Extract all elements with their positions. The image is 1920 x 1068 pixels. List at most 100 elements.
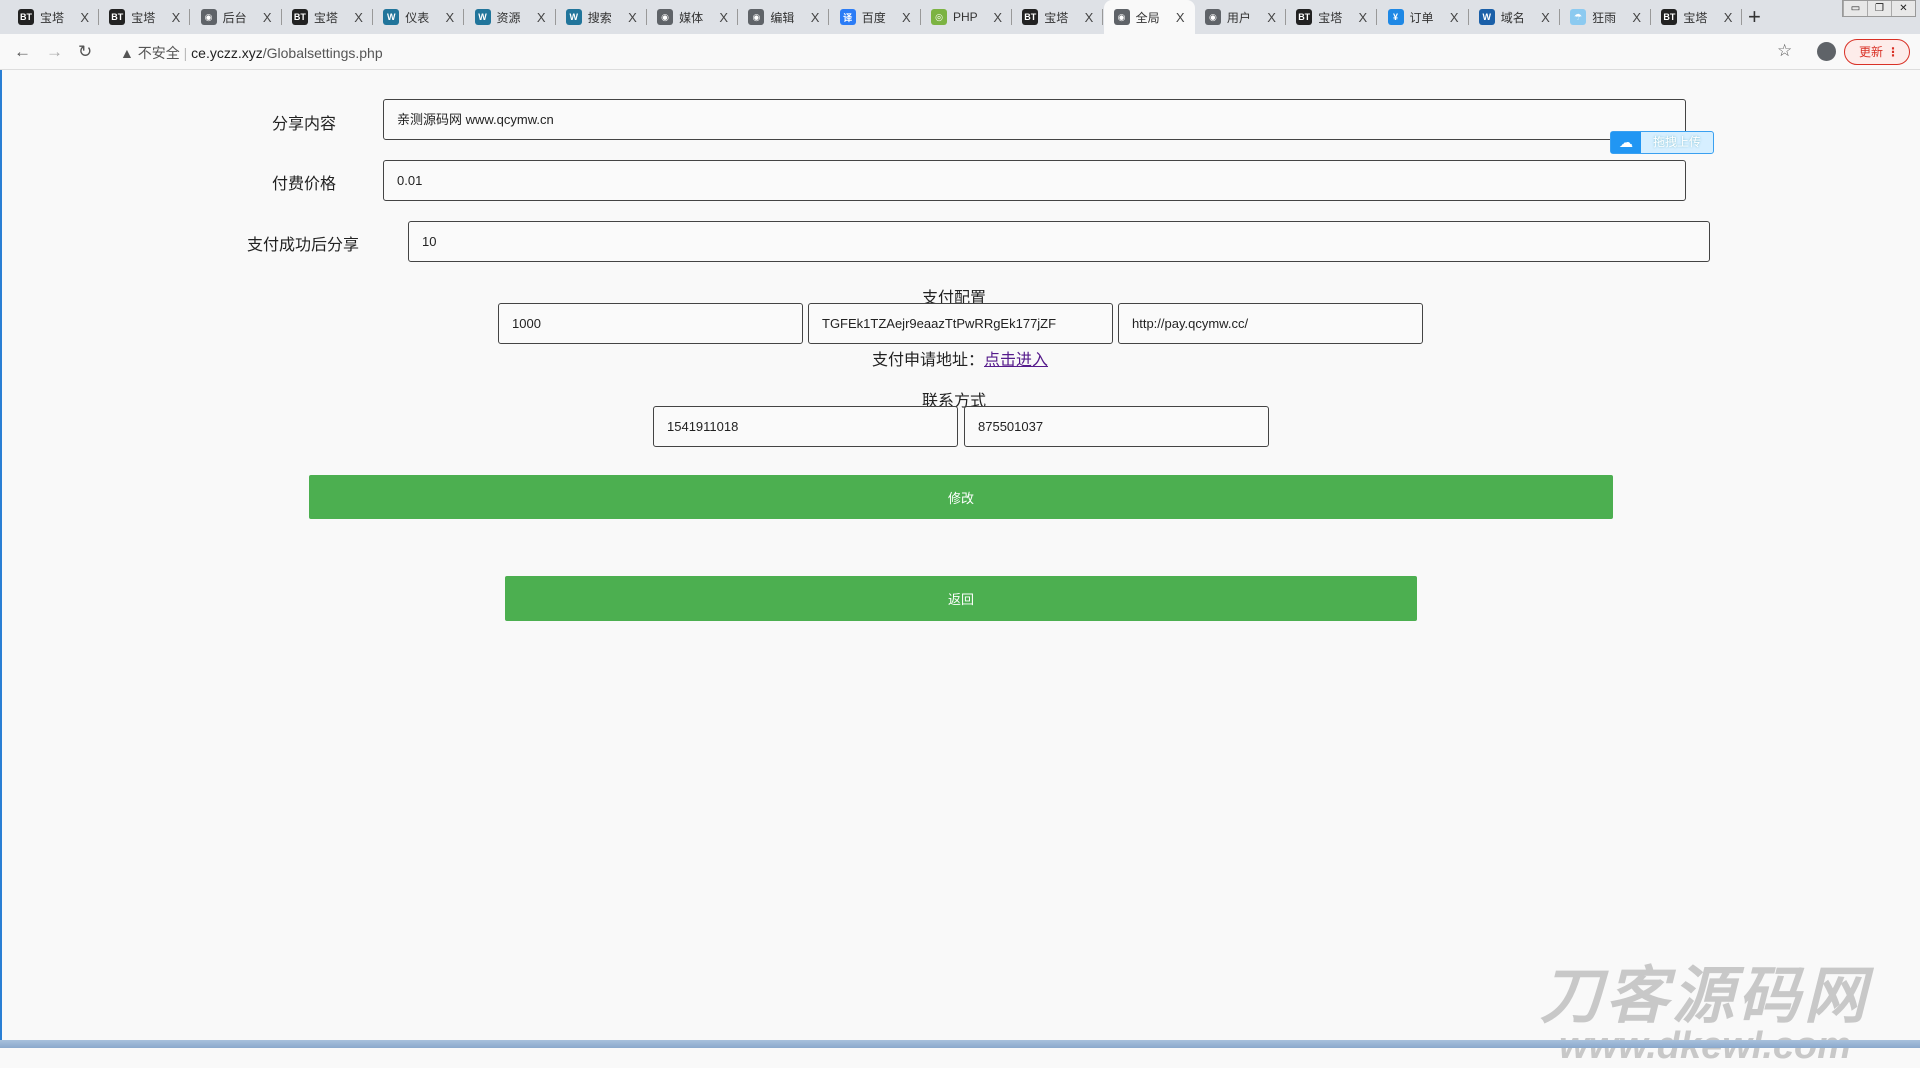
bookmark-star-icon[interactable]: ☆ — [1777, 41, 1792, 61]
contact-input-2[interactable]: 875501037 — [964, 406, 1269, 447]
close-window-button[interactable]: ✕ — [1891, 1, 1915, 16]
forward-icon[interactable]: → — [46, 42, 63, 62]
close-tab-icon[interactable]: X — [1632, 10, 1641, 25]
tab-separator — [1741, 9, 1743, 25]
upload-label: 拖拽上传 — [1652, 135, 1701, 149]
tab-label: 后台 — [222, 10, 247, 25]
menu-icon: ⋮ — [1887, 45, 1899, 59]
minimize-button[interactable]: ▭ — [1843, 1, 1867, 16]
close-tab-icon[interactable]: X — [354, 10, 363, 25]
tab-8[interactable]: ◉ 编辑 X — [738, 0, 830, 34]
tab-0[interactable]: BT 宝塔 X — [8, 0, 99, 34]
tab-label: 宝塔 — [313, 10, 338, 25]
tab-label: 编辑 — [770, 10, 795, 25]
domain-icon: W — [1478, 9, 1495, 25]
tab-9[interactable]: 译百度 X — [830, 0, 921, 34]
close-tab-icon[interactable]: X — [537, 10, 546, 25]
tab-14[interactable]: BT 宝塔 X — [1286, 0, 1378, 34]
tab-3[interactable]: BT 宝塔 X — [282, 0, 373, 34]
globe-icon: ◉ — [657, 9, 674, 25]
drag-upload-widget[interactable]: ☁ 拖拽上传 — [1610, 131, 1714, 154]
account-icon[interactable] — [1817, 42, 1836, 61]
tab-12[interactable]: ◉ 全局 X — [1103, 0, 1195, 34]
tab-13[interactable]: ◉ 用户 X — [1195, 0, 1286, 34]
apply-link[interactable]: 点击进入 — [984, 352, 1048, 369]
tab-5[interactable]: W 资源 X — [465, 0, 556, 34]
close-tab-icon[interactable]: X — [263, 10, 272, 25]
close-tab-icon[interactable]: X — [902, 10, 911, 25]
wordpress-icon: W — [383, 9, 400, 25]
tab-label: 媒体 — [679, 10, 704, 25]
close-tab-icon[interactable]: X — [1450, 10, 1459, 25]
close-tab-icon[interactable]: X — [628, 10, 637, 25]
wordpress-icon: W — [565, 9, 582, 25]
globe-icon: ◉ — [1204, 9, 1221, 25]
bt-icon: BT — [1022, 9, 1039, 25]
close-tab-icon[interactable]: X — [172, 10, 181, 25]
globe-icon: ◉ — [1113, 9, 1130, 25]
tab-16[interactable]: W 域名 X — [1469, 0, 1560, 34]
after-pay-input[interactable]: 10 — [408, 221, 1710, 262]
close-tab-icon[interactable]: X — [1176, 10, 1185, 25]
rain-icon: ☂ — [1570, 9, 1587, 25]
contact-input-1[interactable]: 1541911018 — [653, 406, 958, 447]
reload-icon[interactable]: ↻ — [78, 42, 92, 62]
share-content-input[interactable]: 亲测源码网 www.qcymw.cn — [383, 99, 1686, 140]
tab-label: 资源 — [496, 10, 521, 25]
security-label: 不安全 — [137, 45, 180, 61]
update-label: 更新 — [1859, 45, 1884, 59]
apply-label: 支付申请地址： — [871, 352, 984, 369]
tab-7[interactable]: ◉ 媒体 X — [647, 0, 739, 34]
update-button[interactable]: 更新 ⋮ — [1844, 39, 1910, 65]
back-button[interactable]: 返回 — [505, 576, 1417, 621]
pay-key-input[interactable]: TGFEk1TZAejr9eaazTtPwRRgEk177jZF — [808, 303, 1113, 344]
globe-icon: ◉ — [200, 9, 217, 25]
submit-button[interactable]: 修改 — [309, 475, 1613, 519]
tab-2[interactable]: ◉ 后台 X — [191, 0, 282, 34]
tab-18[interactable]: BT 宝塔 X — [1651, 0, 1743, 34]
tab-label: PHP — [953, 10, 978, 24]
tab-label: 订单 — [1409, 10, 1434, 25]
tab-11[interactable]: BT 宝塔 X — [1012, 0, 1104, 34]
apply-row: 支付申请地址：点击进入 — [760, 346, 1160, 370]
close-tab-icon[interactable]: X — [811, 10, 820, 25]
price-input[interactable]: 0.01 — [383, 160, 1686, 201]
tab-17[interactable]: ☂ 狂雨 X — [1560, 0, 1652, 34]
bt-icon: BT — [109, 9, 126, 25]
url-field[interactable]: ▲ 不安全 | ce.yczz.xyz/Globalsettings.php — [120, 43, 383, 63]
tab-1[interactable]: BT 宝塔 X — [99, 0, 191, 34]
restore-button[interactable]: ❐ — [1867, 1, 1891, 16]
tab-6[interactable]: W 搜索 X — [556, 0, 647, 34]
close-tab-icon[interactable]: X — [1359, 10, 1368, 25]
tab-label: 搜索 — [587, 10, 612, 25]
close-tab-icon[interactable]: X — [719, 10, 728, 25]
close-tab-icon[interactable]: X — [1267, 10, 1276, 25]
tab-15[interactable]: ¥ 订单 X — [1378, 0, 1469, 34]
pay-url-input[interactable]: http://pay.qcymw.cc/ — [1118, 303, 1423, 344]
tab-4[interactable]: W 仪表 X — [373, 0, 465, 34]
taskbar — [0, 1040, 1920, 1048]
tab-label: 宝塔 — [131, 10, 156, 25]
bt-icon: BT — [1296, 9, 1313, 25]
order-icon: ¥ — [1387, 9, 1404, 25]
price-label: 付费价格 — [272, 176, 337, 193]
tab-10[interactable]: ◎ PHP X — [921, 0, 1012, 34]
close-tab-icon[interactable]: X — [1541, 10, 1550, 25]
new-tab-button[interactable]: + — [1748, 4, 1761, 30]
pay-id-input[interactable]: 1000 — [498, 303, 803, 344]
tab-label: 用户 — [1226, 10, 1251, 25]
window-controls: ▭ ❐ ✕ — [1842, 0, 1916, 17]
bt-icon: BT — [1661, 9, 1678, 25]
tab-label: 宝塔 — [40, 10, 65, 25]
watermark: 刀客源码网 www.dkewl.com — [1540, 945, 1870, 1068]
close-tab-icon[interactable]: X — [80, 10, 89, 25]
close-tab-icon[interactable]: X — [446, 10, 455, 25]
close-tab-icon[interactable]: X — [1085, 10, 1094, 25]
close-tab-icon[interactable]: X — [1724, 10, 1733, 25]
close-tab-icon[interactable]: X — [993, 10, 1002, 25]
back-icon[interactable]: ← — [14, 42, 31, 62]
tab-label: 宝塔 — [1044, 10, 1069, 25]
globe-icon: ◉ — [748, 9, 765, 25]
watermark-line1: 刀客源码网 — [1540, 962, 1871, 1031]
url-path: /Globalsettings.php — [262, 45, 383, 61]
